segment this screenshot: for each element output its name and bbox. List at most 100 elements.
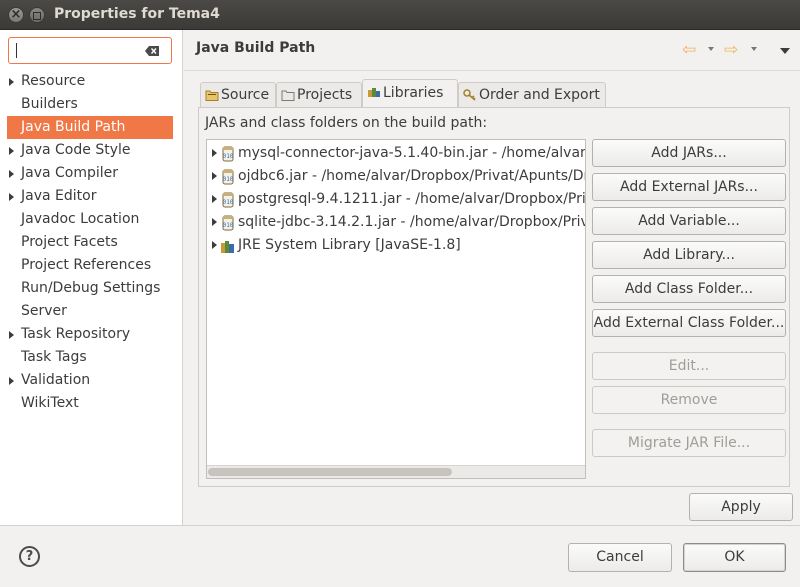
jar-icon: 010 [221, 169, 235, 185]
svg-text:010: 010 [223, 199, 234, 206]
tab-libraries-label: Libraries [383, 85, 444, 101]
add-jars-button[interactable]: Add JARs... [592, 139, 786, 167]
expand-arrow-icon[interactable] [212, 218, 217, 226]
horizontal-scrollbar[interactable] [207, 465, 585, 478]
close-window-button[interactable] [8, 7, 24, 23]
tab-source[interactable]: Source [200, 82, 276, 107]
forward-arrow-icon[interactable]: ⇨ [724, 42, 738, 59]
sidebar-item-label: Java Compiler [21, 165, 119, 181]
tab-order-export[interactable]: Order and Export [458, 82, 606, 107]
remove-button[interactable]: Remove [592, 386, 786, 414]
maximize-window-button[interactable] [29, 7, 45, 23]
add-library-button[interactable]: Add Library... [592, 241, 786, 269]
sidebar-item-label: Builders [21, 96, 78, 112]
sidebar-item-server[interactable]: Server [0, 300, 183, 323]
sidebar-item-label: Project Facets [21, 234, 118, 250]
expand-arrow-icon[interactable] [9, 78, 14, 86]
sidebar-item-javadoc-location[interactable]: Javadoc Location [0, 208, 183, 231]
add-class-folder-button[interactable]: Add Class Folder... [592, 275, 786, 303]
expand-arrow-icon[interactable] [9, 331, 14, 339]
libraries-panel: JARs and class folders on the build path… [198, 107, 790, 487]
libraries-icon [368, 88, 380, 97]
sidebar-item-label: Validation [21, 372, 91, 388]
jar-icon: 010 [221, 215, 235, 231]
library-entry[interactable]: 010 mysql-connector-java-5.1.40-bin.jar -… [207, 142, 586, 165]
sidebar-item-label: Java Code Style [21, 142, 131, 158]
title-bar: Properties for Tema4 [0, 0, 800, 30]
ok-button[interactable]: OK [683, 543, 786, 572]
sidebar-item-builders[interactable]: Builders [0, 93, 183, 116]
sidebar-item-validation[interactable]: Validation [0, 369, 183, 392]
expand-arrow-icon[interactable] [212, 172, 217, 180]
text-cursor [16, 43, 17, 58]
library-entry-label: mysql-connector-java-5.1.40-bin.jar - /h… [238, 145, 586, 161]
svg-text:010: 010 [223, 222, 234, 229]
expand-arrow-icon[interactable] [9, 147, 14, 155]
filter-field[interactable] [8, 37, 172, 64]
tab-libraries[interactable]: Libraries [362, 79, 458, 107]
add-external-class-folder-button[interactable]: Add External Class Folder... [592, 309, 786, 337]
svg-text:010: 010 [223, 153, 234, 160]
expand-arrow-icon[interactable] [212, 149, 217, 157]
sidebar-item-java-code-style[interactable]: Java Code Style [0, 139, 183, 162]
apply-button[interactable]: Apply [689, 493, 793, 521]
footer-separator [0, 525, 800, 526]
sidebar-item-label: Java Editor [21, 188, 97, 204]
sidebar-item-label: Javadoc Location [21, 211, 140, 227]
sidebar-item-java-editor[interactable]: Java Editor [0, 185, 183, 208]
clear-icon[interactable] [145, 46, 159, 56]
sidebar-item-wikitext[interactable]: WikiText [0, 392, 183, 415]
sidebar-item-label: Server [21, 303, 67, 319]
sidebar-item-label: Java Build Path [21, 119, 126, 135]
sidebar-item-resource[interactable]: Resource [0, 70, 183, 93]
sidebar-item-run-debug-settings[interactable]: Run/Debug Settings [0, 277, 183, 300]
view-menu-icon[interactable] [780, 48, 790, 54]
expand-arrow-icon[interactable] [9, 193, 14, 201]
libraries-list[interactable]: JRE System Library [JavaSE-1.8] 010 sqlite… [206, 139, 586, 479]
page-navigation: ⇦ ⇨ [682, 41, 790, 61]
sidebar-item-task-repository[interactable]: Task Repository [0, 323, 183, 346]
library-entry[interactable]: 010 postgresql-9.4.1211.jar - /home/alvar… [207, 188, 586, 211]
expand-arrow-icon[interactable] [9, 170, 14, 178]
add-variable-button[interactable]: Add Variable... [592, 207, 786, 235]
source-folder-icon [205, 90, 219, 101]
jar-icon: 010 [221, 192, 235, 208]
sidebar-item-task-tags[interactable]: Task Tags [0, 346, 183, 369]
help-icon[interactable]: ? [19, 546, 40, 567]
expand-arrow-icon[interactable] [9, 377, 14, 385]
library-entry-label: sqlite-jdbc-3.14.2.1.jar - /home/alvar/D… [238, 214, 585, 230]
library-entry[interactable]: JRE System Library [JavaSE-1.8] [207, 234, 585, 257]
sidebar-item-java-compiler[interactable]: Java Compiler [0, 162, 183, 185]
sidebar-item-label: Run/Debug Settings [21, 280, 161, 296]
tab-source-label: Source [221, 87, 270, 103]
svg-text:010: 010 [223, 176, 234, 183]
property-page-tree: Resource Builders Java Build Path Java Code… [0, 70, 183, 415]
tab-order-export-label: Order and Export [479, 87, 600, 103]
libraries-list-label: JARs and class folders on the build path… [205, 115, 488, 131]
tab-projects[interactable]: Projects [276, 82, 362, 107]
scrollbar-thumb[interactable] [208, 468, 452, 476]
library-entry[interactable]: 010 ojdbc6.jar - /home/alvar/Dropbox/Priv… [207, 165, 585, 188]
tab-projects-label: Projects [297, 87, 353, 103]
filter-input[interactable] [19, 41, 139, 60]
sidebar-item-project-facets[interactable]: Project Facets [0, 231, 183, 254]
order-export-icon [463, 89, 476, 101]
migrate-jar-button[interactable]: Migrate JAR File... [592, 429, 786, 457]
back-history-dropdown-icon[interactable] [708, 47, 714, 51]
library-entry-label: JRE System Library [JavaSE-1.8] [238, 237, 461, 253]
library-entry-label: postgresql-9.4.1211.jar - /home/alvar/Dr… [238, 191, 586, 207]
cancel-button[interactable]: Cancel [568, 543, 672, 572]
expand-arrow-icon[interactable] [212, 241, 217, 249]
sidebar-item-label: Resource [21, 73, 86, 89]
back-arrow-icon[interactable]: ⇦ [682, 42, 696, 59]
sidebar-item-project-references[interactable]: Project References [0, 254, 183, 277]
add-external-jars-button[interactable]: Add External JARs... [592, 173, 786, 201]
sidebar-item-java-build-path[interactable]: Java Build Path [7, 116, 173, 139]
expand-arrow-icon[interactable] [212, 195, 217, 203]
sidebar-item-label: Task Tags [21, 349, 87, 365]
sidebar-item-label: Project References [21, 257, 152, 273]
forward-history-dropdown-icon[interactable] [751, 47, 757, 51]
window-title: Properties for Tema4 [54, 6, 220, 22]
edit-button[interactable]: Edit... [592, 352, 786, 380]
library-entry[interactable]: 010 sqlite-jdbc-3.14.2.1.jar - /home/alva… [207, 211, 585, 234]
